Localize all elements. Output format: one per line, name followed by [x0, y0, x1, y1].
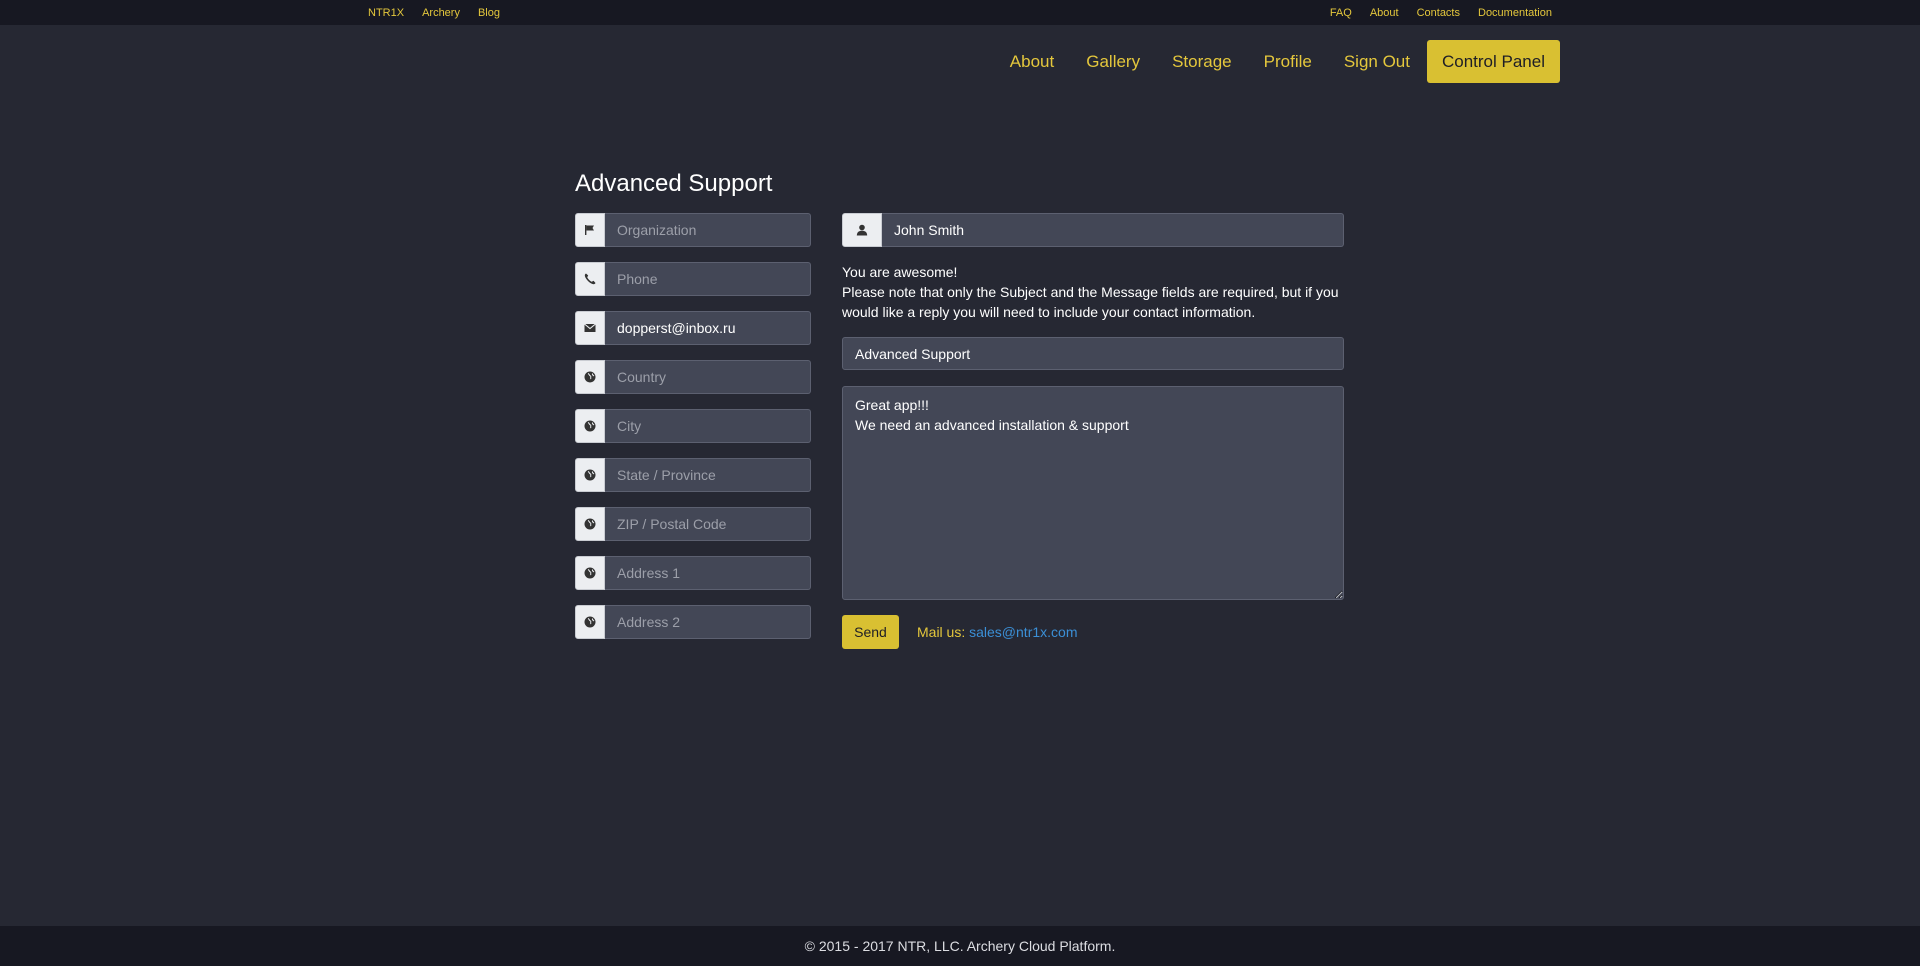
globe-icon	[575, 409, 605, 443]
flag-icon	[575, 213, 605, 247]
top-link-about[interactable]: About	[1370, 7, 1399, 19]
top-bar-right-links: FAQ About Contacts Documentation	[1330, 0, 1552, 25]
user-icon	[842, 213, 882, 247]
globe-icon	[575, 605, 605, 639]
footer: © 2015 - 2017 NTR, LLC. Archery Cloud Pl…	[0, 926, 1920, 966]
mail-us: Mail us: sales@ntr1x.com	[917, 624, 1077, 640]
top-bar-left-links: NTR1X Archery Blog	[368, 0, 500, 25]
zip-field	[575, 507, 811, 541]
city-field	[575, 409, 811, 443]
send-button[interactable]: Send	[842, 615, 899, 649]
top-link-documentation[interactable]: Documentation	[1478, 7, 1552, 19]
envelope-icon	[575, 311, 605, 345]
phone-icon	[575, 262, 605, 296]
nav-sign-out[interactable]: Sign Out	[1328, 40, 1426, 83]
top-link-faq[interactable]: FAQ	[1330, 7, 1352, 19]
organization-input[interactable]	[605, 213, 811, 247]
address1-field	[575, 556, 811, 590]
top-link-blog[interactable]: Blog	[478, 7, 500, 19]
globe-icon	[575, 507, 605, 541]
control-panel-button[interactable]: Control Panel	[1426, 40, 1560, 83]
city-input[interactable]	[605, 409, 811, 443]
nav-profile[interactable]: Profile	[1248, 40, 1328, 83]
notice-line-2: Please note that only the Subject and th…	[842, 284, 1339, 320]
zip-input[interactable]	[605, 507, 811, 541]
nav-about[interactable]: About	[994, 40, 1070, 83]
address2-input[interactable]	[605, 605, 811, 639]
address1-input[interactable]	[605, 556, 811, 590]
top-bar: NTR1X Archery Blog FAQ About Contacts Do…	[0, 0, 1920, 25]
state-input[interactable]	[605, 458, 811, 492]
country-field	[575, 360, 811, 394]
nav-storage[interactable]: Storage	[1156, 40, 1248, 83]
top-link-ntr1x[interactable]: NTR1X	[368, 7, 404, 19]
name-input[interactable]	[882, 213, 1344, 247]
phone-field	[575, 262, 811, 296]
address2-field	[575, 605, 811, 639]
name-field	[842, 213, 1344, 247]
page-title: Advanced Support	[575, 170, 773, 197]
mail-us-label: Mail us:	[917, 624, 966, 640]
footer-text: © 2015 - 2017 NTR, LLC. Archery Cloud Pl…	[804, 938, 1116, 954]
email-input[interactable]	[605, 311, 811, 345]
state-field	[575, 458, 811, 492]
globe-icon	[575, 556, 605, 590]
globe-icon	[575, 458, 605, 492]
notice-text: You are awesome! Please note that only t…	[842, 262, 1344, 322]
top-link-archery[interactable]: Archery	[422, 7, 460, 19]
organization-field	[575, 213, 811, 247]
phone-input[interactable]	[605, 262, 811, 296]
top-link-contacts[interactable]: Contacts	[1417, 7, 1460, 19]
message-textarea[interactable]: Great app!!! We need an advanced install…	[842, 386, 1344, 600]
email-field	[575, 311, 811, 345]
nav-gallery[interactable]: Gallery	[1070, 40, 1156, 83]
main-nav: About Gallery Storage Profile Sign Out C…	[994, 40, 1560, 83]
globe-icon	[575, 360, 605, 394]
notice-line-1: You are awesome!	[842, 264, 958, 280]
subject-input[interactable]	[842, 337, 1344, 370]
country-input[interactable]	[605, 360, 811, 394]
mail-us-link[interactable]: sales@ntr1x.com	[969, 624, 1077, 640]
